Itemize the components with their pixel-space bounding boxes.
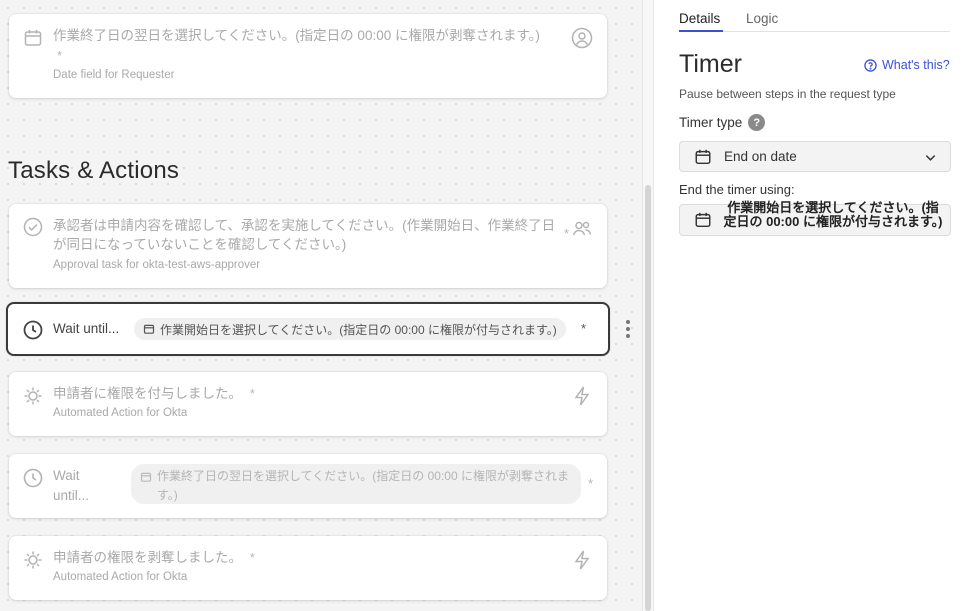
timer-card[interactable]: Wait until... 作業終了日の翌日を選択してください。(指定日の 00… xyxy=(9,454,607,518)
card-title: 承認者は申請内容を確認して、承認を実施してください。(作業開始日、作業終了日が同… xyxy=(53,218,556,252)
required-marker: * xyxy=(564,226,570,241)
clock-icon xyxy=(23,468,43,488)
date-field-pill[interactable]: 作業開始日を選択してください。(指定日の 00:00 に権限が付与されます。) xyxy=(134,318,566,340)
scrollbar-thumb[interactable] xyxy=(645,185,651,611)
calendar-icon xyxy=(143,324,155,334)
timer-type-label: Timer type ? xyxy=(679,114,766,131)
requester-date-card[interactable]: 作業終了日の翌日を選択してください。(指定日の 00:00 に権限が剥奪されます… xyxy=(9,14,607,98)
date-field-pill[interactable]: 作業終了日の翌日を選択してください。(指定日の 00:00 に権限が剥奪されます… xyxy=(131,464,581,504)
end-timer-label: End the timer using: xyxy=(679,182,795,197)
card-subtitle: Approval task for okta-test-aws-approver xyxy=(53,259,261,271)
check-circle-icon xyxy=(23,217,43,237)
more-options-icon[interactable] xyxy=(625,320,631,338)
card-title: 申請者に権限を付与しました。 * xyxy=(53,386,255,401)
help-circle-icon xyxy=(864,58,877,72)
user-circle-icon xyxy=(571,27,593,49)
whats-this-link[interactable]: What's this? xyxy=(864,58,950,72)
panel-tabs: Details Logic xyxy=(679,0,950,32)
bolt-icon xyxy=(574,550,590,570)
panel-title: Timer xyxy=(679,50,742,78)
required-marker: * xyxy=(57,48,63,63)
timer-label: Wait until... xyxy=(53,468,90,503)
required-marker: * xyxy=(581,321,587,336)
help-icon[interactable]: ? xyxy=(748,114,766,131)
timer-type-value: End on date xyxy=(724,149,797,164)
section-title: Tasks & Actions xyxy=(8,157,180,184)
tab-logic[interactable]: Logic xyxy=(746,11,778,26)
chevron-down-icon xyxy=(925,155,936,161)
timer-type-select[interactable]: End on date xyxy=(679,141,951,172)
card-title: 申請者の権限を剥奪しました。 * xyxy=(53,550,255,565)
panel-description: Pause between steps in the request type xyxy=(679,87,896,101)
timer-card-selected[interactable]: Wait until... 作業開始日を選択してください。(指定日の 00:00… xyxy=(6,302,610,356)
active-tab-indicator xyxy=(679,30,723,32)
end-date-value: 作業開始日を選択してください。(指定日の 00:00 に権限が付与されます。) xyxy=(723,200,943,229)
approval-task-card[interactable]: 承認者は申請内容を確認して、承認を実施してください。(作業開始日、作業終了日が同… xyxy=(9,204,607,288)
automated-action-card[interactable]: 申請者に権限を付与しました。 * Automated Action for Ok… xyxy=(9,372,607,436)
gear-icon xyxy=(24,387,42,405)
users-icon xyxy=(572,221,592,236)
tab-details[interactable]: Details xyxy=(679,11,720,26)
end-date-field[interactable]: 作業開始日を選択してください。(指定日の 00:00 に権限が付与されます。) xyxy=(679,200,951,236)
calendar-icon xyxy=(24,30,42,46)
timer-label: Wait until... xyxy=(53,321,120,336)
card-subtitle: Automated Action for Okta xyxy=(53,407,188,419)
card-subtitle: Automated Action for Okta xyxy=(53,571,188,583)
clock-icon xyxy=(23,320,43,340)
card-title: 作業終了日の翌日を選択してください。(指定日の 00:00 に権限が剥奪されます… xyxy=(53,28,540,43)
card-subtitle: Date field for Requester xyxy=(53,69,175,81)
calendar-icon xyxy=(140,472,152,482)
gear-icon xyxy=(24,551,42,569)
calendar-icon xyxy=(695,212,711,228)
bolt-icon xyxy=(574,386,590,406)
required-marker: * xyxy=(588,476,594,491)
workflow-canvas[interactable]: 作業終了日の翌日を選択してください。(指定日の 00:00 に権限が剥奪されます… xyxy=(0,0,642,611)
details-panel: Details Logic Timer What's this? Pause b… xyxy=(654,0,967,611)
automated-action-card[interactable]: 申請者の権限を剥奪しました。 * Automated Action for Ok… xyxy=(9,536,607,600)
calendar-icon xyxy=(695,149,711,165)
